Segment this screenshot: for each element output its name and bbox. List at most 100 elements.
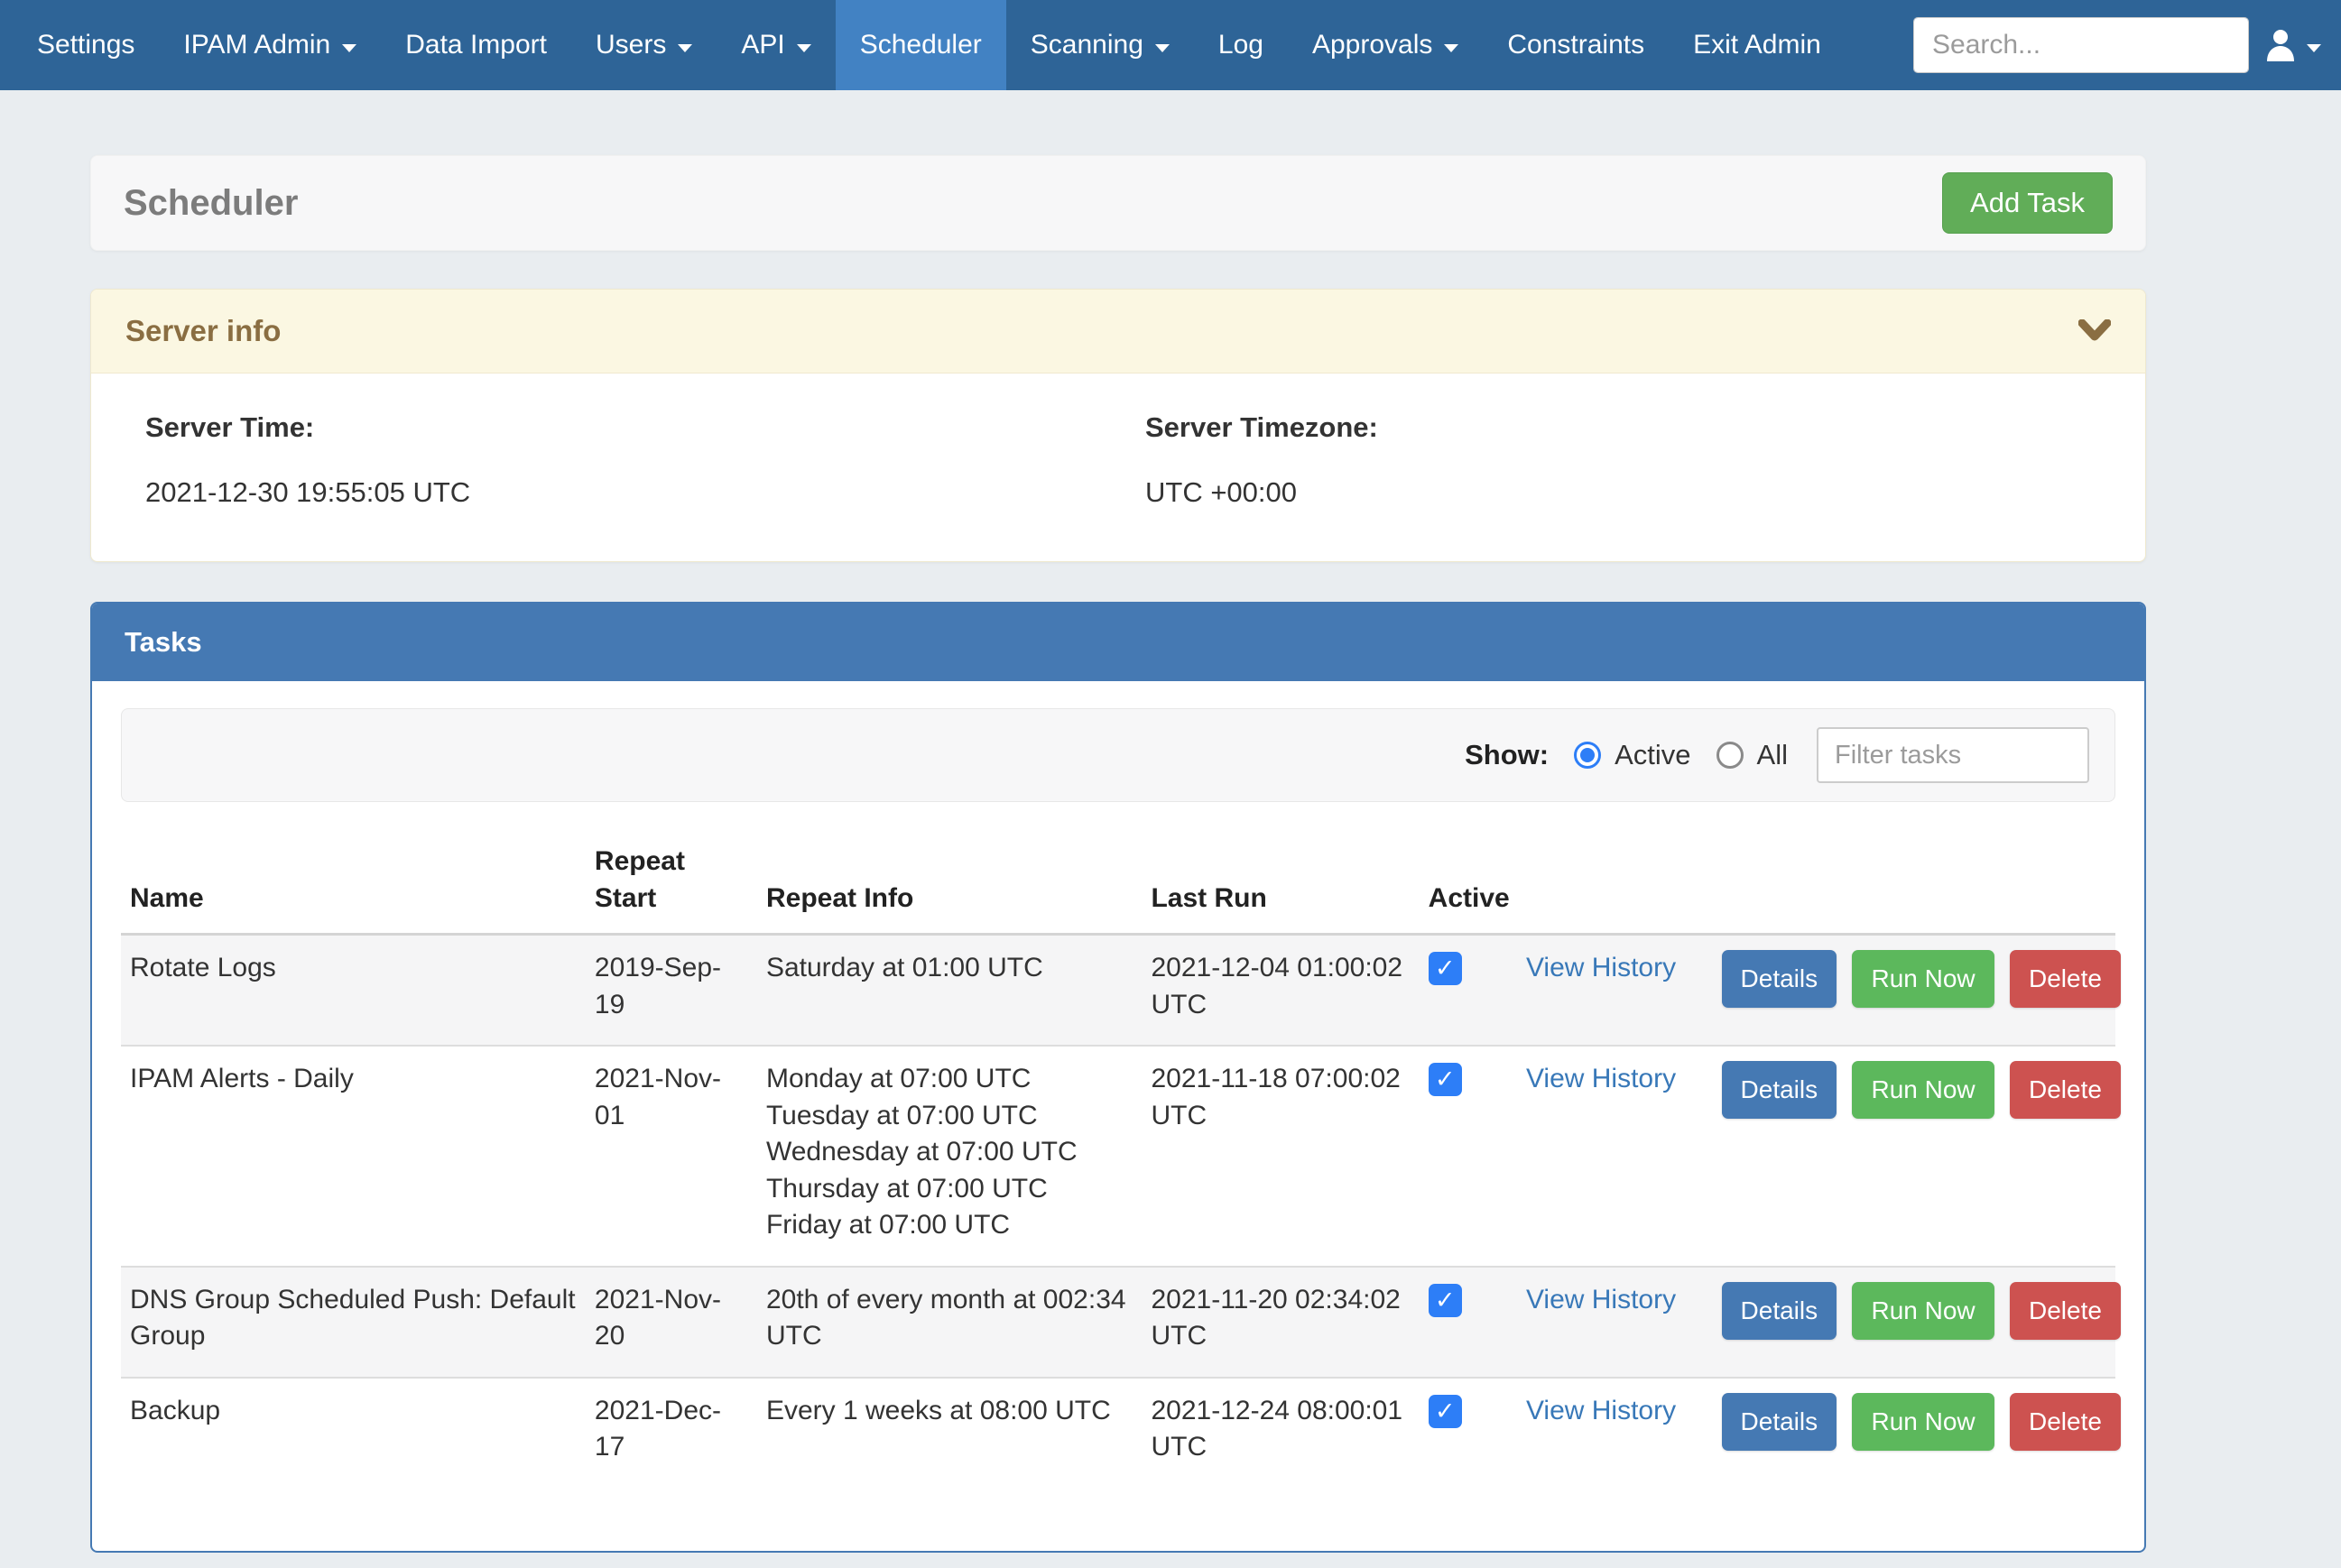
run-now-button[interactable]: Run Now: [1852, 1393, 1994, 1451]
task-repeat-start: 2021-Dec-17: [586, 1378, 757, 1488]
top-navbar: Settings IPAM Admin Data Import Users AP…: [0, 0, 2341, 90]
nav-item-users[interactable]: Users: [571, 0, 717, 90]
table-row: DNS Group Scheduled Push: Default Group …: [121, 1267, 2115, 1378]
nav-item-label: Approvals: [1312, 30, 1432, 60]
chevron-down-icon: [342, 44, 356, 52]
search-input[interactable]: [1914, 18, 2249, 72]
chevron-down-icon: [2307, 44, 2321, 52]
nav-item-scanning[interactable]: Scanning: [1006, 0, 1194, 90]
tasks-panel-title: Tasks: [92, 604, 2144, 681]
user-menu[interactable]: [2263, 27, 2321, 63]
active-checkbox[interactable]: [1429, 1284, 1462, 1317]
server-info-body: Server Time: 2021-12-30 19:55:05 UTC Ser…: [91, 374, 2145, 561]
view-history-link[interactable]: View History: [1526, 953, 1676, 982]
task-repeat-info: Monday at 07:00 UTC Tuesday at 07:00 UTC…: [757, 1046, 1143, 1267]
server-info-title: Server info: [125, 314, 281, 348]
task-name: DNS Group Scheduled Push: Default Group: [121, 1267, 586, 1378]
column-header-last-run: Last Run: [1142, 831, 1419, 935]
nav-item-ipam-admin[interactable]: IPAM Admin: [159, 0, 381, 90]
nav-item-label: Scheduler: [860, 30, 982, 60]
nav-item-scheduler[interactable]: Scheduler: [836, 0, 1006, 90]
table-row: IPAM Alerts - Daily 2021-Nov-01 Monday a…: [121, 1046, 2115, 1267]
table-row: Rotate Logs 2019-Sep-19 Saturday at 01:0…: [121, 935, 2115, 1047]
column-header-active: Active: [1420, 831, 1517, 935]
scheduler-title-panel: Scheduler Add Task: [90, 155, 2146, 251]
nav-item-settings[interactable]: Settings: [13, 0, 159, 90]
task-repeat-start: 2021-Nov-01: [586, 1046, 757, 1267]
view-history-link[interactable]: View History: [1526, 1285, 1676, 1314]
nav-item-approvals[interactable]: Approvals: [1288, 0, 1483, 90]
delete-button[interactable]: Delete: [2010, 950, 2121, 1008]
show-label: Show:: [1465, 739, 1549, 771]
server-time-label: Server Time:: [145, 411, 1145, 444]
nav-item-label: Log: [1218, 30, 1263, 60]
chevron-down-icon: [678, 44, 692, 52]
task-name: Backup: [121, 1378, 586, 1488]
server-time-block: Server Time: 2021-12-30 19:55:05 UTC: [145, 411, 1145, 509]
chevron-down-icon: [1155, 44, 1170, 52]
nav-item-label: IPAM Admin: [183, 30, 330, 60]
task-repeat-start: 2019-Sep-19: [586, 935, 757, 1047]
active-checkbox[interactable]: [1429, 1395, 1462, 1428]
task-name: Rotate Logs: [121, 935, 586, 1047]
nav-item-log[interactable]: Log: [1194, 0, 1288, 90]
navbar-right: [1913, 0, 2341, 90]
filter-tasks-input[interactable]: [1817, 727, 2089, 783]
column-header-history: [1517, 831, 1713, 935]
run-now-button[interactable]: Run Now: [1852, 950, 1994, 1008]
nav-item-label: Exit Admin: [1693, 30, 1821, 60]
task-name: IPAM Alerts - Daily: [121, 1046, 586, 1267]
active-checkbox[interactable]: [1429, 952, 1462, 985]
nav-item-label: Settings: [37, 30, 134, 60]
task-repeat-info: 20th of every month at 002:34 UTC: [757, 1267, 1143, 1378]
column-header-repeat-start: Repeat Start: [586, 831, 757, 935]
delete-button[interactable]: Delete: [2010, 1393, 2121, 1451]
details-button[interactable]: Details: [1722, 1061, 1837, 1119]
radio-option-all[interactable]: All: [1716, 739, 1788, 771]
server-info-panel: Server info Server Time: 2021-12-30 19:5…: [90, 289, 2146, 562]
add-task-button[interactable]: Add Task: [1942, 172, 2113, 234]
nav-item-api[interactable]: API: [717, 0, 835, 90]
view-history-link[interactable]: View History: [1526, 1064, 1676, 1093]
active-checkbox[interactable]: [1429, 1063, 1462, 1096]
radio-option-active[interactable]: Active: [1574, 739, 1690, 771]
radio-active-input[interactable]: [1574, 742, 1601, 769]
run-now-button[interactable]: Run Now: [1852, 1282, 1994, 1340]
chevron-down-icon[interactable]: [2078, 319, 2111, 343]
view-history-link[interactable]: View History: [1526, 1396, 1676, 1425]
table-header-row: Name Repeat Start Repeat Info Last Run A…: [121, 831, 2115, 935]
delete-button[interactable]: Delete: [2010, 1282, 2121, 1340]
nav-item-label: Constraints: [1507, 30, 1644, 60]
task-repeat-start: 2021-Nov-20: [586, 1267, 757, 1378]
details-button[interactable]: Details: [1722, 1282, 1837, 1340]
radio-active-label: Active: [1615, 739, 1690, 771]
server-timezone-block: Server Timezone: UTC +00:00: [1145, 411, 2145, 509]
tasks-panel-body: Show: Active All: [92, 681, 2144, 1551]
page-container: Scheduler Add Task Server info Server Ti…: [90, 155, 2146, 1553]
task-last-run: 2021-11-18 07:00:02 UTC: [1142, 1046, 1419, 1267]
run-now-button[interactable]: Run Now: [1852, 1061, 1994, 1119]
tasks-panel: Tasks Show: Active All: [90, 602, 2146, 1553]
task-last-run: 2021-11-20 02:34:02 UTC: [1142, 1267, 1419, 1378]
column-header-actions: [1713, 831, 2115, 935]
details-button[interactable]: Details: [1722, 950, 1837, 1008]
chevron-down-icon: [797, 44, 811, 52]
radio-all-input[interactable]: [1716, 742, 1744, 769]
task-last-run: 2021-12-24 08:00:01 UTC: [1142, 1378, 1419, 1488]
nav-item-exit-admin[interactable]: Exit Admin: [1669, 0, 1846, 90]
tasks-table: Name Repeat Start Repeat Info Last Run A…: [121, 831, 2115, 1488]
details-button[interactable]: Details: [1722, 1393, 1837, 1451]
server-info-header[interactable]: Server info: [91, 290, 2145, 374]
nav-item-label: Scanning: [1031, 30, 1143, 60]
server-timezone-value: UTC +00:00: [1145, 476, 2145, 509]
nav-item-constraints[interactable]: Constraints: [1483, 0, 1669, 90]
table-row: Backup 2021-Dec-17 Every 1 weeks at 08:0…: [121, 1378, 2115, 1488]
user-icon: [2263, 27, 2298, 63]
delete-button[interactable]: Delete: [2010, 1061, 2121, 1119]
task-repeat-info: Saturday at 01:00 UTC: [757, 935, 1143, 1047]
tasks-toolbar: Show: Active All: [121, 708, 2115, 802]
nav-item-data-import[interactable]: Data Import: [381, 0, 571, 90]
nav-item-label: Users: [596, 30, 666, 60]
navbar-search-group: [1913, 17, 2249, 73]
column-header-repeat-info: Repeat Info: [757, 831, 1143, 935]
